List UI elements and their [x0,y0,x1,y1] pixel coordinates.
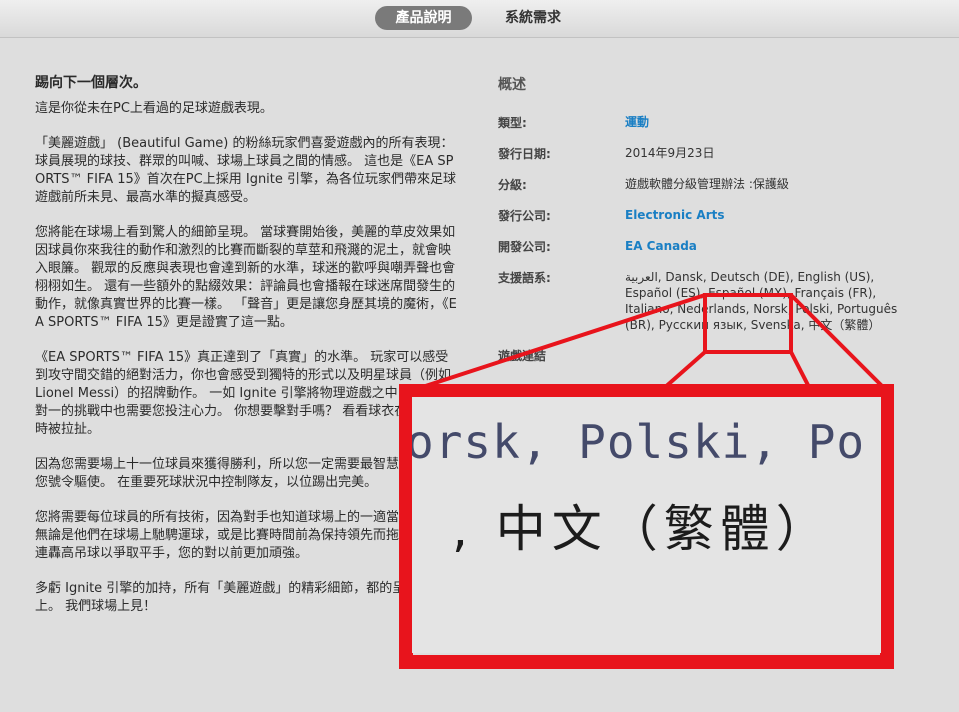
release-date-value: 2014年9月23日 [625,146,715,160]
description-heading: 踢向下一個層次。 [35,75,147,91]
info-row-rating: 分級: 遊戲軟體分級管理辦法 :保護級 [498,176,918,207]
description-paragraph: 《EA SPORTS™ FIFA 15》真正達到了「真實」的水準。 玩家可以感受… [35,350,460,437]
tab-bar: 產品說明 系統需求 [0,0,959,38]
info-row-languages: 支援語系: العربية, Dansk, Deutsch (DE), Engl… [498,269,918,349]
product-page: 產品說明 系統需求 踢向下一個層次。 這是你從未在PC上看過的足球遊戲表現。 「… [0,0,959,712]
languages-value: العربية, Dansk, Deutsch (DE), English (U… [625,270,898,332]
description-paragraph: 您將能在球場上看到驚人的細節呈現。 當球賽開始後，美麗的草皮效果如因球員你來我往… [35,225,457,330]
description-paragraph: 這是你從未在PC上看過的足球遊戲表現。 [35,101,273,116]
info-label: 發行公司: [498,209,551,223]
developer-link[interactable]: EA Canada [625,238,920,254]
zoom-magnifier: orsk, Polski, Po , 中文（繁體） [412,397,881,653]
game-link-label: 遊戲連結 [498,349,547,363]
tab-system-requirements[interactable]: 系統需求 [490,6,576,30]
info-label: 開發公司: [498,240,551,254]
zoom-text-languages: orsk, Polski, Po [412,415,866,469]
description-paragraph: 因為您需要場上十一位球員來獲得勝利，所以您一定需要最智慧隊友，供您號令驅使。 在… [35,457,452,490]
tab-product-description[interactable]: 產品說明 [375,6,472,30]
overview-section: 概述 類型: 運動 發行日期: 2014年9月23日 分級: 遊戲軟體分級管理辦… [498,74,918,349]
info-row-developer: 開發公司: EA Canada [498,238,918,269]
info-label: 類型: [498,116,527,130]
info-label: 支援語系: [498,271,551,285]
info-label: 分級: [498,178,527,192]
overview-heading: 概述 [498,77,526,93]
info-row-genre: 類型: 運動 [498,114,918,145]
publisher-link[interactable]: Electronic Arts [625,207,920,223]
info-row-release-date: 發行日期: 2014年9月23日 [498,145,918,176]
description-paragraph: 您將需要每位球員的所有技術，因為對手也知道球場上的一適當的反應。 無論是他們在球… [35,510,452,561]
rating-value: 遊戲軟體分級管理辦法 :保護級 [625,177,789,191]
zoom-text-chinese: , 中文（繁體） [452,500,832,558]
description-section: 踢向下一個層次。 這是你從未在PC上看過的足球遊戲表現。 「美麗遊戲」 (Bea… [35,74,460,633]
genre-link[interactable]: 運動 [625,114,920,130]
description-paragraph: 多虧 Ignite 引擎的加持，所有「美麗遊戲」的精彩細節，都的呈現在PC上。 … [35,581,449,614]
description-paragraph: 「美麗遊戲」 (Beautiful Game) 的粉絲玩家們喜愛遊戲內的所有表現… [35,136,457,205]
info-label: 發行日期: [498,147,551,161]
info-row-publisher: 發行公司: Electronic Arts [498,207,918,238]
